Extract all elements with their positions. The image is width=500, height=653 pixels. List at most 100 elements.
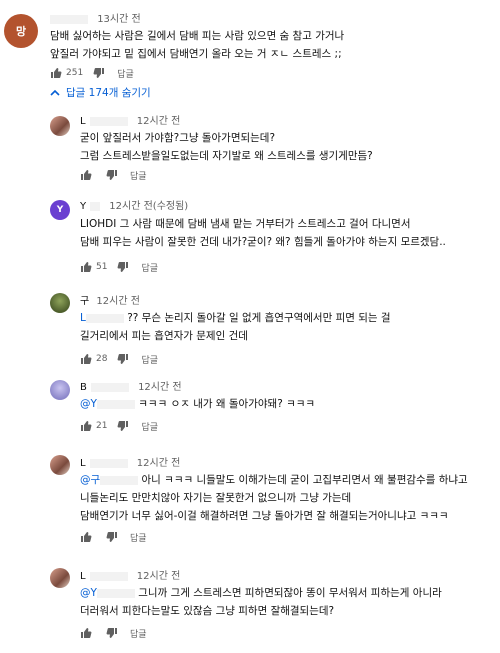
reply-button[interactable]: 답글: [130, 169, 147, 182]
thumbs-up-icon[interactable]: [80, 420, 92, 432]
reply-button[interactable]: 답글: [141, 261, 158, 274]
avatar[interactable]: [50, 380, 70, 400]
blurred-author-name: [90, 382, 129, 392]
comment-line: 굳이 앞질러서 가야함?그냥 돌아가면되는데?: [80, 132, 276, 144]
thumbs-down-icon[interactable]: [106, 169, 118, 181]
comment-line: 담배 싫어하는 사람은 길에서 담배 피는 사람 있으면 숨 참고 가거나: [50, 30, 345, 42]
mention-link[interactable]: @구: [80, 474, 100, 486]
comment-author-line: 구 12시간 전: [80, 292, 140, 307]
comment-author-line: L 12시간 전: [80, 454, 180, 469]
comment-time[interactable]: 12시간 전: [137, 571, 181, 582]
author-name[interactable]: 구: [80, 296, 89, 307]
comment-text: @구 아니 ㅋㅋㅋ 니들말도 이해가는데 굳이 고집부리면서 왜 불편감수를 하…: [80, 471, 468, 525]
comment-time[interactable]: 12시간 전: [138, 382, 182, 393]
thumbs-down-icon[interactable]: [106, 531, 118, 543]
comment-text-segment: 그니까 그게 스트레스면 피하면되잖아 똥이 무서워서 피하는게 아니라: [134, 587, 442, 599]
comment-author-line: L 12시간 전: [80, 567, 180, 582]
avatar[interactable]: [50, 293, 70, 313]
comment-text: 굳이 앞질러서 가야함?그냥 돌아가면되는데? 그럼 스트레스받을일도없는데 자…: [80, 129, 373, 165]
comment-author-line: 13시간 전: [50, 10, 141, 25]
blurred-mention: [85, 313, 124, 323]
comment-line: 길거리에서 피는 흡연자가 문제인 건데: [80, 330, 248, 342]
like-count: 28: [96, 354, 108, 364]
comment-actions: 251 답글: [50, 66, 134, 80]
thumbs-up-icon[interactable]: [80, 627, 92, 639]
blurred-author-name: [89, 458, 128, 468]
thumbs-up-icon[interactable]: [80, 353, 92, 365]
comment-line: 담배 피우는 사람이 잘못한 건데 내가?굳이? 왜? 힘들게 돌아가야 하는지…: [80, 236, 446, 248]
like-count: 251: [66, 68, 84, 78]
blurred-author-name: [90, 201, 101, 211]
comment-text: L ?? 무슨 논리지 돌아갈 일 없게 흡연구역에서만 피면 되는 걸 길거리…: [80, 309, 391, 345]
thumbs-down-icon[interactable]: [117, 353, 129, 365]
comment-text-segment: ㅋㅋㅋ ㅇㅈ 내가 왜 돌아가야돼? ㅋㅋㅋ: [134, 398, 316, 410]
avatar[interactable]: [50, 568, 70, 588]
avatar[interactable]: [50, 116, 70, 136]
avatar-letter: 망: [15, 25, 27, 38]
thumbs-down-icon[interactable]: [117, 261, 129, 273]
thumbs-down-icon[interactable]: [117, 420, 129, 432]
blurred-author-name: [50, 14, 88, 24]
reply-button[interactable]: 답글: [130, 627, 147, 640]
mention-link[interactable]: @Y: [80, 398, 97, 410]
thumbs-up-icon[interactable]: [80, 261, 92, 273]
hide-replies-label: 답글 174개 숨기기: [66, 87, 151, 99]
avatar[interactable]: 망: [4, 14, 38, 48]
reply-button[interactable]: 답글: [141, 420, 158, 433]
comment-line: 니들논리도 만만치않아 자기는 잘못한거 없으니까 그냥 가는데: [80, 492, 352, 504]
comment-author-line: B 12시간 전: [80, 378, 182, 393]
comment-time[interactable]: 12시간 전: [137, 458, 181, 469]
comment-time[interactable]: 12시간 전: [137, 116, 181, 127]
comment-actions: 21 답글: [80, 419, 158, 433]
reply-button[interactable]: 답글: [141, 353, 158, 366]
comment-line: @구 아니 ㅋㅋㅋ 니들말도 이해가는데 굳이 고집부리면서 왜 불편감수를 하…: [80, 471, 468, 489]
avatar[interactable]: Y: [50, 200, 70, 220]
comment-time[interactable]: 12시간 전: [96, 296, 140, 307]
blurred-author-name: [89, 571, 128, 581]
reply-button[interactable]: 답글: [130, 531, 147, 544]
thumbs-up-icon[interactable]: [80, 169, 92, 181]
thumbs-up-icon[interactable]: [80, 531, 92, 543]
blurred-mention: [100, 475, 139, 485]
comment-line: 그럼 스트레스받을일도없는데 자기발로 왜 스트레스를 생기게만듬?: [80, 150, 373, 162]
author-name[interactable]: L: [80, 458, 86, 469]
comment-actions: 답글: [80, 168, 147, 182]
comment-text: @Y 그니까 그게 스트레스면 피하면되잖아 똥이 무서워서 피하는게 아니라 …: [80, 584, 442, 620]
blurred-mention: [96, 588, 135, 598]
author-name[interactable]: L: [80, 116, 86, 127]
comment-author-line: L 12시간 전: [80, 112, 180, 127]
comment-text-segment: ?? 무슨 논리지 돌아갈 일 없게 흡연구역에서만 피면 되는 걸: [123, 312, 391, 324]
like-count: 51: [96, 262, 108, 272]
comment-line: @Y ㅋㅋㅋ ㅇㅈ 내가 왜 돌아가야돼? ㅋㅋㅋ: [80, 395, 315, 413]
comment-line: 앞질러 가야되고 밑 집에서 담배연기 올라 오는 거 ㅈㄴ 스트레스 ;;: [50, 48, 342, 60]
blurred-mention: [96, 399, 135, 409]
comment-text: LIOHDI 그 사람 때문에 담배 냄새 맡는 거부터가 스트레스고 걸어 다…: [80, 215, 446, 251]
comment-actions: 51 답글: [80, 260, 158, 274]
comment-line: @Y 그니까 그게 스트레스면 피하면되잖아 똥이 무서워서 피하는게 아니라: [80, 584, 442, 602]
author-name[interactable]: B: [80, 382, 87, 393]
comment-line: LIOHDI 그 사람 때문에 담배 냄새 맡는 거부터가 스트레스고 걸어 다…: [80, 218, 411, 230]
avatar[interactable]: [50, 455, 70, 475]
comment-actions: 답글: [80, 530, 147, 544]
comment-actions: 답글: [80, 626, 147, 640]
reply-button[interactable]: 답글: [117, 67, 134, 80]
chevron-up-icon: [50, 89, 60, 96]
thumbs-up-icon[interactable]: [50, 67, 62, 79]
author-name[interactable]: L: [80, 571, 86, 582]
comment-line: 더러워서 피한다는말도 있잖슴 그냥 피하면 잘해결되는데?: [80, 605, 335, 617]
comment-actions: 28 답글: [80, 352, 158, 366]
avatar-letter: Y: [56, 205, 64, 215]
hide-replies-button[interactable]: 답글 174개 숨기기: [50, 85, 151, 100]
comment-line: 담배연기가 너무 싫어-이걸 해결하려면 그냥 돌아가면 잘 해결되는거아니냐고…: [80, 510, 449, 522]
like-count: 21: [96, 421, 108, 431]
mention-link[interactable]: @Y: [80, 587, 97, 599]
comment-text: 담배 싫어하는 사람은 길에서 담배 피는 사람 있으면 숨 참고 가거나 앞질…: [50, 27, 344, 63]
comment-text: @Y ㅋㅋㅋ ㅇㅈ 내가 왜 돌아가야돼? ㅋㅋㅋ: [80, 395, 315, 413]
comment-line: L ?? 무슨 논리지 돌아갈 일 없게 흡연구역에서만 피면 되는 걸: [80, 309, 391, 327]
comment-time[interactable]: 13시간 전: [97, 14, 141, 25]
thumbs-down-icon[interactable]: [106, 627, 118, 639]
author-name[interactable]: Y: [80, 201, 86, 212]
comment-time[interactable]: 12시간 전(수정됨): [109, 201, 188, 212]
thumbs-down-icon[interactable]: [93, 67, 105, 79]
comment-author-line: Y 12시간 전(수정됨): [80, 197, 188, 212]
